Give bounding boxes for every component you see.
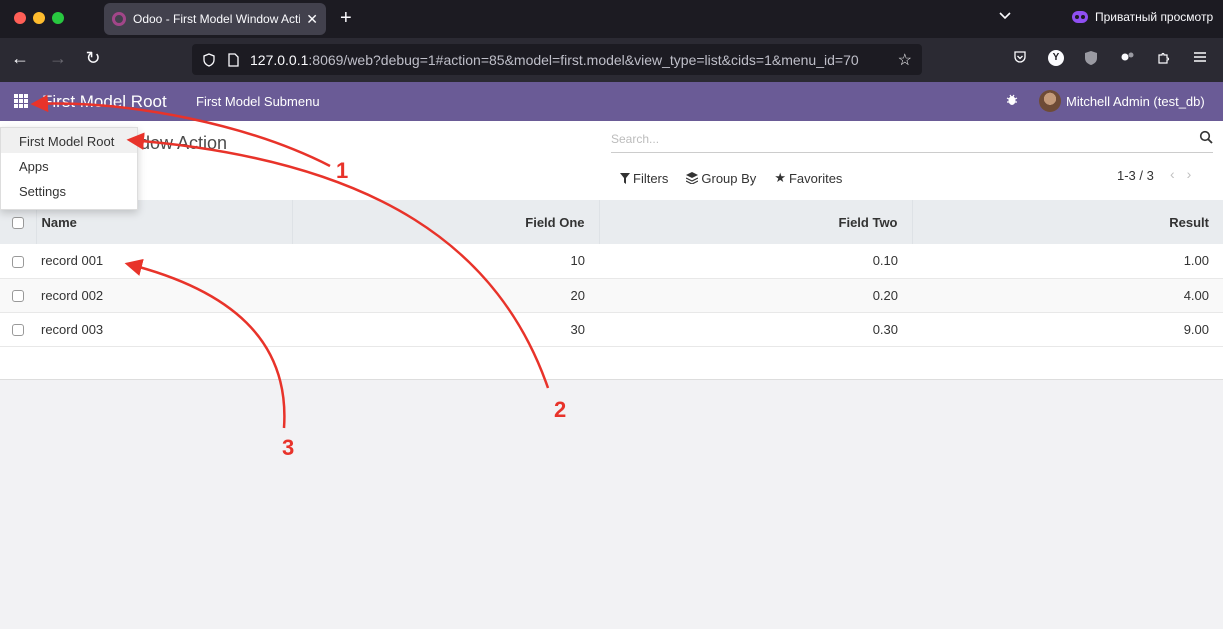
minimize-window-button[interactable]	[33, 12, 45, 24]
filter-icon	[620, 172, 630, 184]
column-header-result[interactable]: Result	[912, 200, 1223, 244]
cell-result[interactable]: 4.00	[912, 278, 1223, 312]
cell-field-one[interactable]: 10	[292, 244, 599, 278]
table-row[interactable]: record 003 30 0.30 9.00	[0, 312, 1223, 346]
filters-button[interactable]: Filters	[620, 170, 668, 186]
browser-nav-bar: ← → ↻ 127.0.0.1 :8069/web?debug=1#action…	[0, 38, 1223, 82]
breadcrumb: dow Action	[140, 133, 228, 153]
cell-field-one[interactable]: 20	[292, 278, 599, 312]
odoo-navbar: First Model Root First Model Submenu Mit…	[0, 82, 1223, 121]
pager-previous-icon[interactable]: ‹	[1170, 166, 1187, 182]
odoo-favicon-icon	[112, 12, 126, 26]
tab-title: Odoo - First Model Window Acti	[133, 12, 301, 26]
browser-tab[interactable]: Odoo - First Model Window Acti ✕	[104, 3, 326, 35]
cell-name[interactable]: record 001	[36, 244, 292, 278]
favorites-label: Favorites	[788, 170, 843, 186]
group-by-button[interactable]: Group By	[686, 170, 756, 186]
records-table: Name Field One Field Two Result record 0…	[0, 200, 1223, 347]
private-browsing-indicator: Приватный просмотр	[1072, 10, 1213, 24]
layers-icon	[686, 172, 699, 184]
debug-bug-icon[interactable]	[1006, 93, 1018, 109]
pager-arrows: ‹›	[1170, 166, 1203, 182]
annotation-label-3: 3	[282, 435, 295, 460]
table-header-row: Name Field One Field Two Result	[0, 200, 1223, 244]
control-panel: dow Action Filters Group By ★ Favorites …	[0, 121, 1223, 200]
pager-next-icon[interactable]: ›	[1187, 166, 1204, 182]
cell-name[interactable]: record 002	[36, 278, 292, 312]
page-icon	[228, 52, 239, 67]
row-select-cell	[0, 312, 36, 346]
row-checkbox[interactable]	[12, 255, 24, 268]
cell-result[interactable]: 9.00	[912, 312, 1223, 346]
apps-dropdown: First Model Root Apps Settings	[0, 127, 138, 210]
maximize-window-button[interactable]	[52, 12, 64, 24]
extension-puzzle-icon[interactable]	[1120, 50, 1136, 67]
extensions-menu-icon[interactable]	[1156, 50, 1170, 67]
private-label: Приватный просмотр	[1095, 10, 1214, 24]
dropdown-item-settings[interactable]: Settings	[1, 178, 137, 203]
url-path: :8069/web?debug=1#action=85&model=first.…	[308, 51, 859, 68]
user-menu[interactable]: Mitchell Admin (test_db)	[1066, 94, 1205, 109]
search-icon[interactable]	[1199, 130, 1213, 144]
app-brand[interactable]: First Model Root	[42, 92, 167, 112]
url-bar[interactable]: 127.0.0.1 :8069/web?debug=1#action=85&mo…	[192, 44, 922, 75]
browser-tab-bar: Odoo - First Model Window Acti ✕ + Прива…	[0, 0, 1223, 38]
row-select-cell	[0, 278, 36, 312]
back-arrow-icon[interactable]: ←	[8, 48, 32, 69]
cell-name[interactable]: record 003	[36, 312, 292, 346]
menu-first-model-submenu[interactable]: First Model Submenu	[196, 94, 320, 109]
search-input[interactable]	[611, 128, 1181, 150]
group-by-label: Group By	[701, 170, 757, 186]
select-all-checkbox[interactable]	[12, 217, 24, 230]
table-row[interactable]: record 001 10 0.10 1.00	[0, 244, 1223, 278]
column-header-field-one[interactable]: Field One	[292, 200, 600, 244]
dropdown-item-apps[interactable]: Apps	[1, 153, 137, 178]
cell-field-two[interactable]: 0.30	[599, 312, 912, 346]
url-host: 127.0.0.1	[250, 51, 309, 68]
apps-grid-icon[interactable]	[14, 94, 28, 108]
private-mask-icon	[1072, 11, 1088, 23]
column-header-field-two[interactable]: Field Two	[599, 200, 913, 244]
favorites-button[interactable]: ★ Favorites	[774, 170, 842, 186]
annotation-label-1: 1	[336, 158, 349, 183]
dropdown-item-first-model-root[interactable]: First Model Root	[1, 128, 137, 153]
shield-icon	[203, 52, 215, 67]
avatar[interactable]	[1039, 90, 1061, 112]
close-window-button[interactable]	[14, 12, 26, 24]
close-tab-icon[interactable]: ✕	[306, 11, 318, 28]
cell-result[interactable]: 1.00	[912, 244, 1223, 278]
table-row[interactable]: record 002 20 0.20 4.00	[0, 278, 1223, 312]
bookmark-star-icon[interactable]: ☆	[898, 50, 912, 70]
search-options: Filters Group By ★ Favorites	[620, 170, 842, 186]
pocket-icon[interactable]	[1013, 50, 1027, 67]
row-checkbox[interactable]	[12, 290, 24, 303]
hamburger-menu-icon[interactable]	[1193, 50, 1207, 66]
cell-field-two[interactable]: 0.10	[599, 244, 912, 278]
cell-field-one[interactable]: 30	[292, 312, 599, 346]
list-view: Name Field One Field Two Result record 0…	[0, 200, 1223, 380]
pager-value[interactable]: 1-3 / 3	[1117, 168, 1154, 183]
star-icon: ★	[774, 170, 786, 185]
forward-arrow-icon[interactable]: →	[46, 48, 70, 69]
row-select-cell	[0, 244, 36, 278]
filters-label: Filters	[633, 170, 669, 186]
chevron-down-icon[interactable]	[998, 9, 1012, 28]
search-bar	[611, 128, 1213, 153]
table-footer	[0, 346, 1223, 380]
yandex-extension-icon[interactable]: Y	[1048, 50, 1064, 66]
new-tab-button[interactable]: +	[340, 7, 352, 30]
reload-icon[interactable]: ↻	[81, 48, 105, 69]
cell-field-two[interactable]: 0.20	[599, 278, 912, 312]
ublock-shield-icon[interactable]	[1084, 50, 1098, 69]
annotation-label-2: 2	[554, 397, 567, 422]
row-checkbox[interactable]	[12, 324, 24, 337]
